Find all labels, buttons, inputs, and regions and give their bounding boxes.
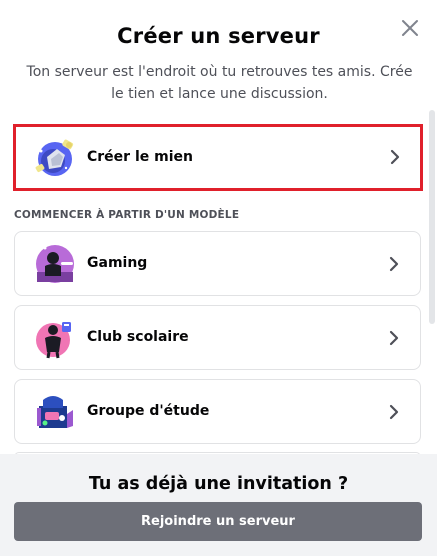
template-label-school-club: Club scolaire xyxy=(87,329,189,345)
create-own-label: Créer le mien xyxy=(87,149,193,165)
scrollbar-track[interactable] xyxy=(429,110,435,324)
join-server-button[interactable]: Rejoindre un serveur xyxy=(14,502,422,541)
chevron-right-icon xyxy=(390,149,400,165)
chevron-right-icon xyxy=(389,330,399,346)
school-club-icon xyxy=(36,322,71,359)
gaming-icon xyxy=(36,245,74,283)
chevron-right-icon xyxy=(389,404,399,420)
create-server-icon xyxy=(35,139,74,176)
template-option-gaming[interactable]: Gaming xyxy=(14,231,421,296)
study-group-icon xyxy=(37,396,73,428)
template-option-study-group[interactable]: Groupe d'étude xyxy=(14,379,421,444)
template-label-gaming: Gaming xyxy=(87,255,148,271)
chevron-right-icon xyxy=(389,256,399,272)
invite-prompt: Tu as déjà une invitation ? xyxy=(88,474,349,494)
create-server-modal: Créer un serveur Ton serveur est l'endro… xyxy=(0,0,437,556)
create-own-server-option[interactable]: Créer le mien xyxy=(13,124,423,191)
modal-footer: Tu as déjà une invitation ? Rejoindre un… xyxy=(0,454,437,556)
modal-title: Créer un serveur xyxy=(117,24,320,48)
template-option-school-club[interactable]: Club scolaire xyxy=(14,305,421,370)
modal-subtitle: Ton serveur est l'endroit où tu retrouve… xyxy=(26,64,413,102)
templates-section-title: COMMENCER À PARTIR D'UN MODÈLE xyxy=(14,209,240,221)
template-label-study-group: Groupe d'étude xyxy=(87,403,210,419)
